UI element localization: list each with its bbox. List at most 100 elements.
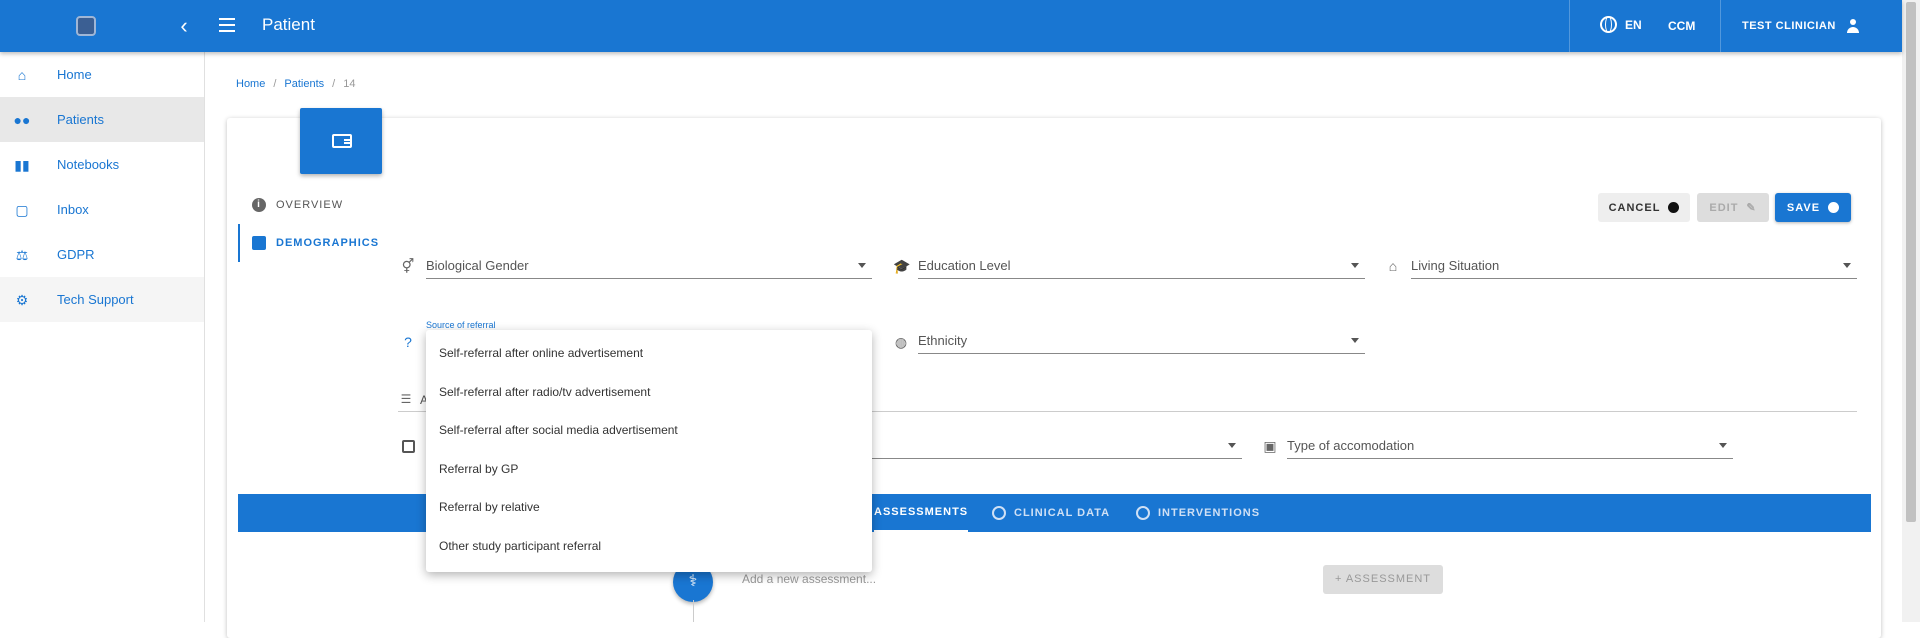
breadcrumb: Home / Patients / 14 [236, 78, 355, 90]
edit-label: EDIT [1709, 201, 1739, 214]
sidebar-item-patients[interactable]: ●● Patients [0, 97, 204, 142]
section-nav: i OVERVIEW DEMOGRAPHICS [238, 186, 379, 262]
timeline-line [693, 600, 694, 622]
new-assessment-input[interactable]: Add a new assessment... [742, 572, 876, 586]
sidebar-item-label: Home [57, 67, 92, 82]
sidebar-item-label: Notebooks [57, 157, 120, 172]
minus-circle-icon [1668, 202, 1680, 213]
sidebar-item-notebooks[interactable]: ▮▮ Notebooks [0, 142, 204, 187]
contact-card-icon [252, 236, 266, 250]
school-icon: 🎓 [893, 258, 911, 274]
pencil-icon: ✎ [1746, 202, 1757, 214]
list-person-icon: ☰ [400, 392, 412, 406]
alarm-icon [1136, 506, 1150, 520]
living-situation-select[interactable]: Living Situation [1411, 253, 1857, 279]
org-selector[interactable]: CCM [1668, 19, 1695, 33]
field-label: Type of accomodation [1287, 438, 1415, 453]
header-divider [1569, 0, 1570, 52]
collapse-sidebar-icon[interactable]: ‹ [174, 12, 194, 40]
menu-icon[interactable] [216, 14, 238, 36]
add-assessment-button[interactable]: + ASSESSMENT [1323, 565, 1443, 594]
save-button[interactable]: SAVE [1775, 193, 1851, 222]
sidebar-item-label: Tech Support [57, 292, 134, 307]
education-level-select[interactable]: Education Level [918, 253, 1365, 279]
breadcrumb-separator: / [273, 78, 277, 90]
check-circle-icon [1828, 202, 1840, 213]
dropdown-option[interactable]: Self-referral after radio/tv advertiseme… [426, 373, 872, 412]
header-divider [1720, 0, 1721, 52]
dropdown-option[interactable]: Self-referral after online advertisement [426, 334, 872, 373]
save-label: SAVE [1786, 201, 1821, 214]
field-label: Biological Gender [426, 258, 529, 273]
breadcrumb-home[interactable]: Home [236, 78, 265, 90]
language-selector[interactable]: EN [1600, 16, 1642, 33]
cancel-label: CANCEL [1608, 201, 1661, 214]
section-label: DEMOGRAPHICS [276, 237, 380, 249]
type-of-accomodation-select[interactable]: Type of accomodation [1287, 433, 1733, 459]
globe-icon [1600, 16, 1617, 33]
section-demographics[interactable]: DEMOGRAPHICS [238, 224, 379, 262]
folder-home-icon: ▣ [1263, 438, 1277, 454]
user-name: TEST CLINICIAN [1742, 20, 1836, 32]
chevron-down-icon [1351, 338, 1359, 343]
info-icon: i [252, 198, 266, 212]
gauge-icon [992, 506, 1006, 520]
sidebar-item-label: Patients [57, 112, 104, 127]
edit-button[interactable]: EDIT ✎ [1697, 193, 1769, 222]
sidebar-item-tech-support[interactable]: ⚙ Tech Support [0, 277, 204, 322]
bar-chart-icon: ▮▮ [14, 156, 30, 173]
scrollbar[interactable] [1902, 0, 1920, 622]
chevron-down-icon [1351, 263, 1359, 268]
dropdown-option[interactable]: Referral by relative [426, 488, 872, 527]
home-icon: ⌂ [17, 66, 27, 83]
source-of-referral-dropdown: Self-referral after online advertisement… [426, 330, 872, 572]
sidebar-item-gdpr[interactable]: ⚖ GDPR [0, 232, 204, 277]
support-icon: ⚙ [15, 291, 29, 308]
help-icon: ? [404, 334, 412, 350]
chevron-down-icon [1843, 263, 1851, 268]
biological-gender-select[interactable]: Biological Gender [426, 253, 872, 279]
id-card-icon [332, 134, 352, 148]
home-outline-icon: ⌂ [1388, 258, 1398, 274]
tab-label: INTERVENTIONS [1158, 507, 1261, 519]
tab-interventions[interactable]: INTERVENTIONS [1136, 494, 1260, 532]
dropdown-option[interactable]: Self-referral after social media adverti… [426, 411, 872, 450]
app-header: ‹ Patient EN CCM TEST CLINICIAN [0, 0, 1902, 52]
tab-clinical-data[interactable]: CLINICAL DATA [992, 494, 1110, 532]
sidebar-item-label: GDPR [57, 247, 95, 262]
ethnicity-select[interactable]: Ethnicity [918, 328, 1365, 354]
chevron-down-icon [858, 263, 866, 268]
breadcrumb-patients[interactable]: Patients [284, 78, 324, 90]
field-label: Education Level [918, 258, 1011, 273]
dropdown-option[interactable]: Other study participant referral [426, 527, 872, 566]
sidebar-item-inbox[interactable]: ▢ Inbox [0, 187, 204, 232]
language-label: EN [1625, 17, 1642, 32]
cancel-button[interactable]: CANCEL [1598, 193, 1690, 222]
chevron-down-icon [1228, 443, 1236, 448]
page-title: Patient [262, 15, 315, 34]
account-icon [1846, 19, 1860, 33]
tab-label: ASSESSMENTS [874, 506, 969, 518]
gender-icon: ⚥ [401, 258, 415, 274]
section-label: OVERVIEW [276, 199, 344, 211]
gavel-icon: ⚖ [15, 246, 29, 263]
hidden-select[interactable] [872, 433, 1242, 459]
dropdown-option[interactable]: Referral by GP [426, 450, 872, 489]
sidebar-item-home[interactable]: ⌂ Home [0, 52, 204, 97]
tab-assessments[interactable]: ASSESSMENTS [874, 494, 969, 532]
patients-icon: ●● [13, 111, 31, 128]
globe-icon: ◍ [894, 334, 908, 350]
app-logo [76, 16, 96, 36]
patient-id-badge [300, 108, 382, 174]
field-label: Ethnicity [918, 333, 968, 348]
sidebar-item-label: Inbox [57, 202, 89, 217]
section-overview[interactable]: i OVERVIEW [238, 186, 379, 224]
chevron-down-icon [1719, 443, 1727, 448]
inbox-icon: ▢ [15, 201, 29, 218]
checkbox[interactable] [402, 440, 415, 453]
sidebar: ⌂ Home ●● Patients ▮▮ Notebooks ▢ Inbox … [0, 52, 205, 622]
breadcrumb-current: 14 [343, 78, 356, 90]
user-menu[interactable]: TEST CLINICIAN [1742, 19, 1860, 33]
scrollbar-thumb[interactable] [1906, 2, 1916, 522]
field-label: Living Situation [1411, 258, 1500, 273]
